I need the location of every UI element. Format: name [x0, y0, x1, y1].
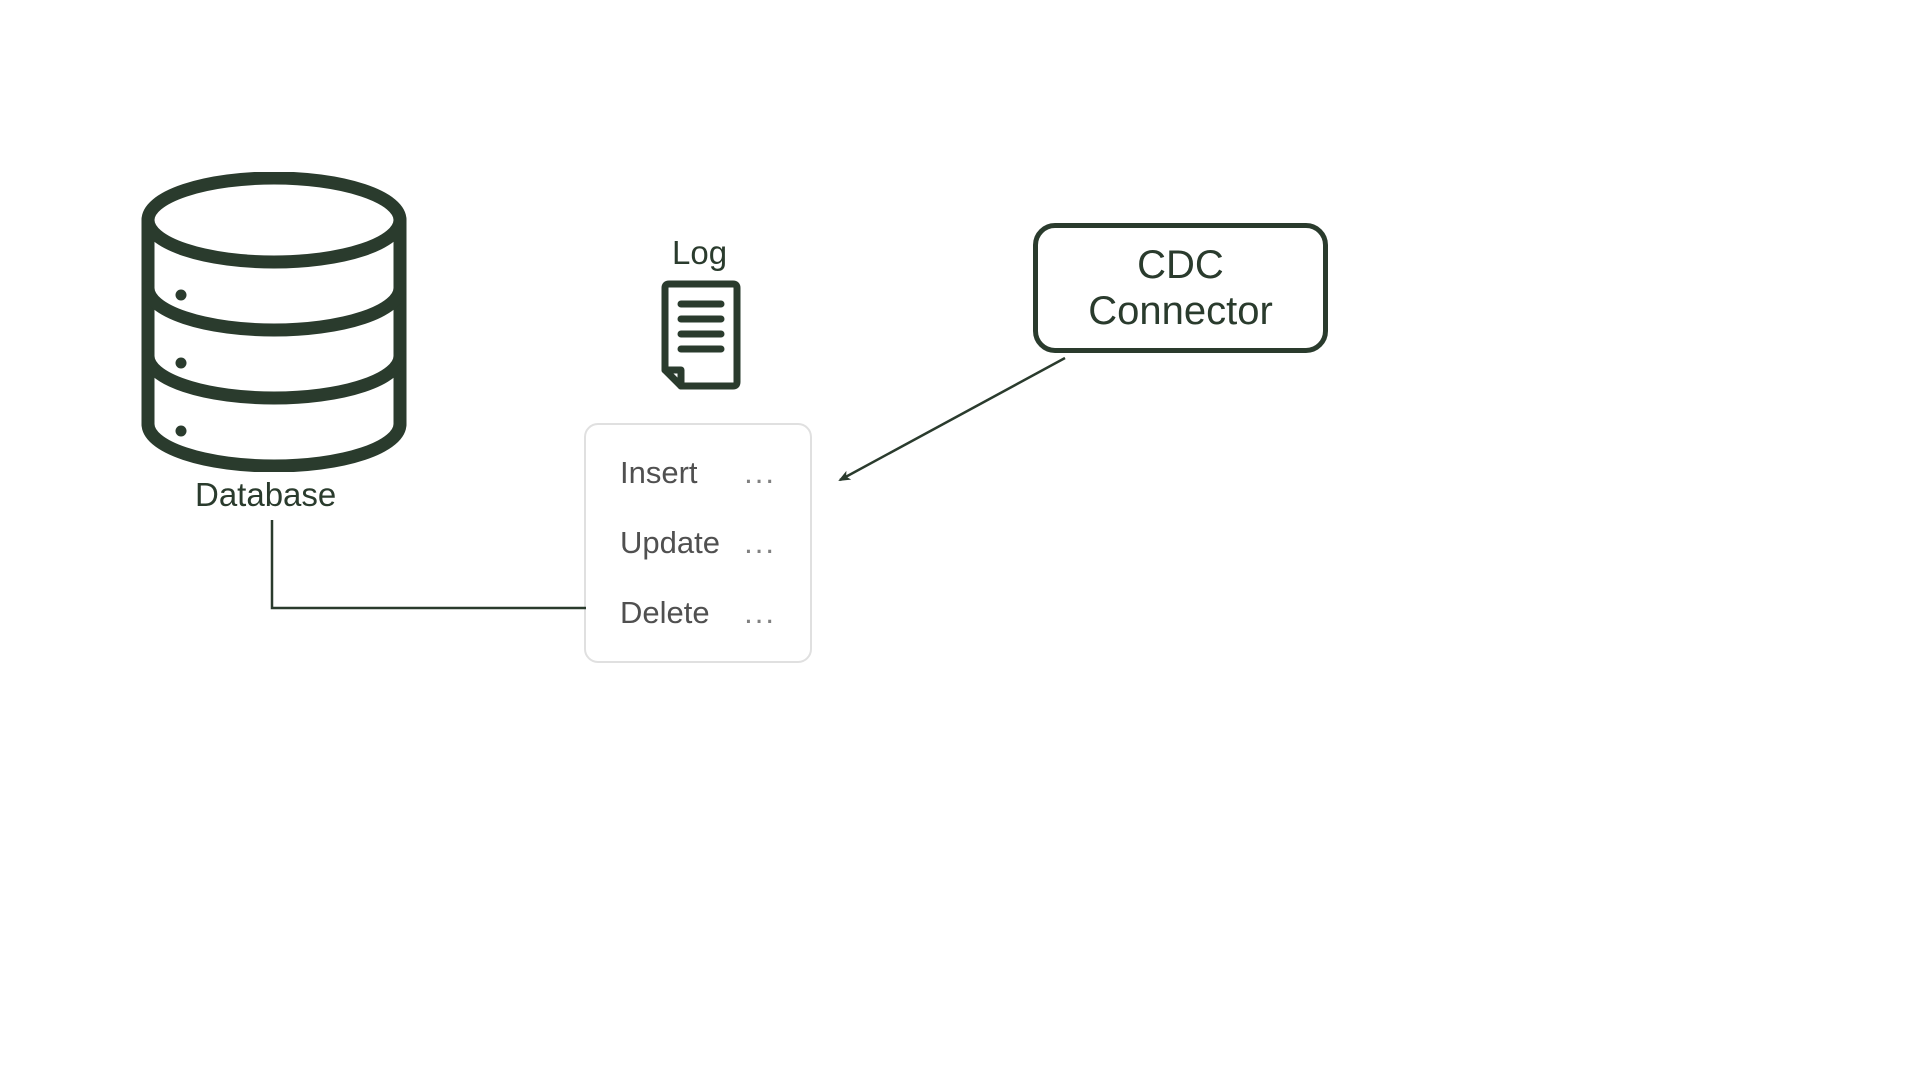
log-document-icon — [659, 278, 741, 397]
log-entry-op: Delete — [620, 595, 710, 631]
log-entry-insert: Insert ... — [620, 455, 776, 491]
database-label: Database — [195, 476, 336, 514]
log-entry-op: Insert — [620, 455, 698, 491]
log-entry-detail: ... — [744, 455, 776, 491]
arrow-cdc-to-log — [820, 350, 1080, 500]
cdc-label-line2: Connector — [1088, 289, 1273, 333]
log-entry-update: Update ... — [620, 525, 776, 561]
database-icon — [139, 172, 409, 477]
log-title: Log — [672, 234, 727, 272]
cdc-label-line1: CDC — [1137, 243, 1224, 287]
log-entry-delete: Delete ... — [620, 595, 776, 631]
cdc-connector-box: CDC Connector — [1033, 223, 1328, 353]
log-entry-op: Update — [620, 525, 720, 561]
diagram-canvas: Database Log Insert ... Update ... — [0, 0, 1921, 1081]
log-entries-box: Insert ... Update ... Delete ... — [584, 423, 812, 663]
log-entry-detail: ... — [744, 595, 776, 631]
connector-db-to-log — [270, 520, 590, 620]
log-entry-detail: ... — [744, 525, 776, 561]
